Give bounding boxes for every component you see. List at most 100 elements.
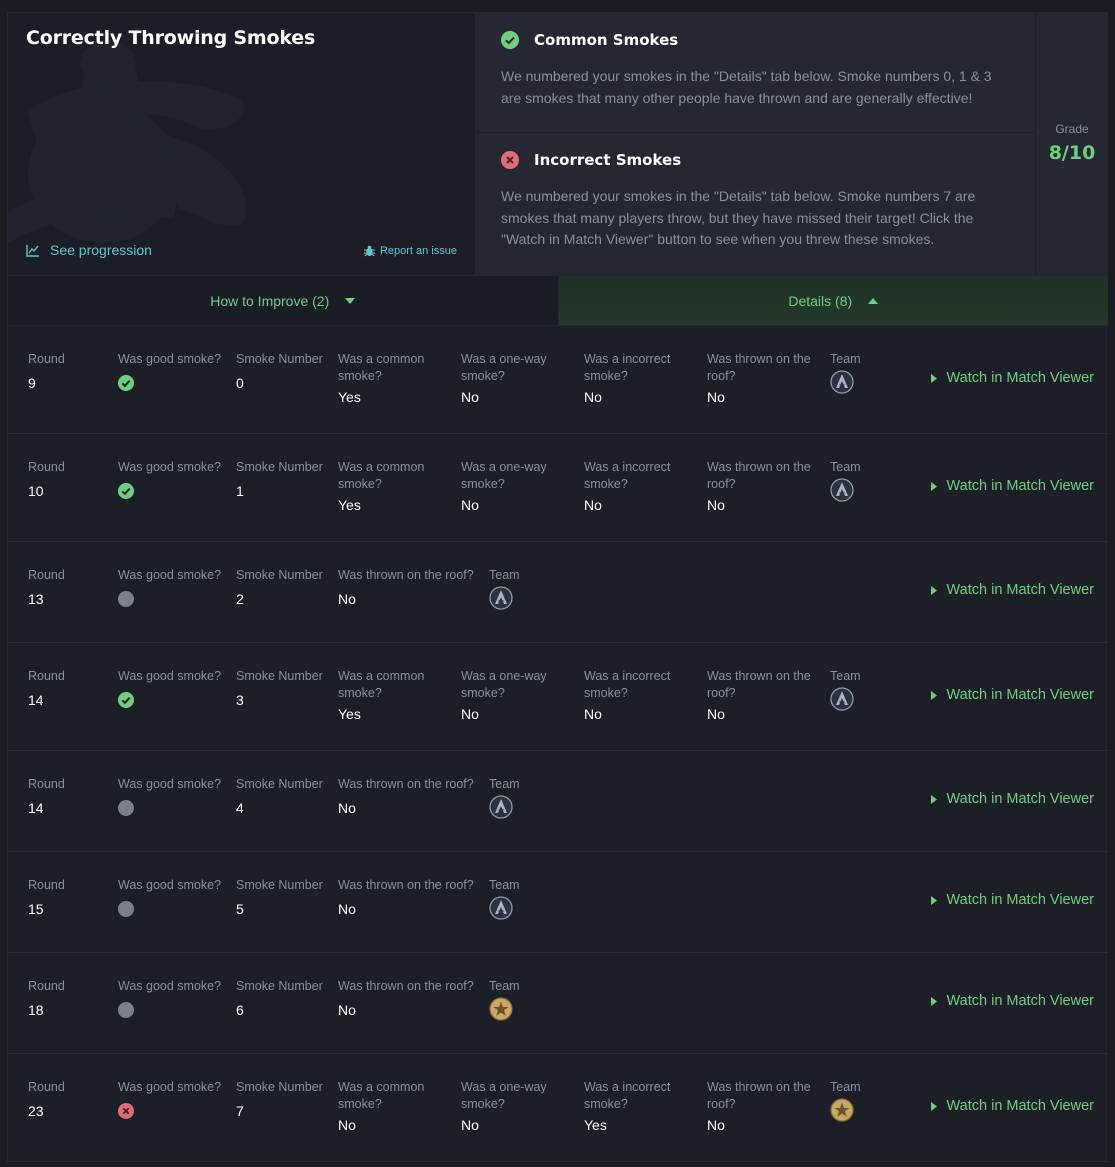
watch-in-match-viewer-button[interactable]: Watch in Match Viewer <box>930 687 1094 703</box>
round-value: 23 <box>28 1102 44 1119</box>
good-smoke-cell-label: Was good smoke? <box>118 979 222 993</box>
smoke-number-cell: Smoke Number 5 <box>236 877 323 917</box>
incorrect-smoke-cell-label: Was a incorrect smoke? <box>584 460 671 491</box>
watch-label: Watch in Match Viewer <box>946 1098 1094 1114</box>
t-team-icon <box>830 1097 854 1122</box>
hero-card: Correctly Throwing Smokes See progressio… <box>8 13 476 275</box>
round-cell-label: Round <box>28 460 65 474</box>
good-smoke-cell-label: Was good smoke? <box>118 777 222 791</box>
team-cell: Team <box>489 567 520 610</box>
watch-in-match-viewer-button[interactable]: Watch in Match Viewer <box>930 582 1094 598</box>
smoke-number-value: 0 <box>236 374 244 391</box>
table-row: Round 14 Was good smoke? Smoke Number 3 Was a… <box>8 643 1108 751</box>
watch-label: Watch in Match Viewer <box>946 791 1094 807</box>
round-cell: Round 10 <box>28 459 65 499</box>
common-smoke-cell-label: Was a common smoke? <box>338 669 425 700</box>
good-smoke-cell-label: Was good smoke? <box>118 878 222 892</box>
x-circle-icon <box>501 151 519 169</box>
feedback-title: Incorrect Smokes <box>534 151 682 169</box>
roof-cell-label: Was thrown on the roof? <box>707 1080 811 1111</box>
good-smoke-cell-label: Was good smoke? <box>118 460 222 474</box>
watch-in-match-viewer-button[interactable]: Watch in Match Viewer <box>930 370 1094 386</box>
report-issue-link[interactable]: Report an issue <box>363 245 457 257</box>
smoke-number-value: 7 <box>236 1102 244 1119</box>
roof-cell: Was thrown on the roof? No <box>707 1079 819 1133</box>
round-cell-label: Round <box>28 1080 65 1094</box>
team-cell: Team <box>830 351 861 394</box>
team-cell: Team <box>489 978 520 1021</box>
round-cell: Round 23 <box>28 1079 65 1119</box>
neutral-dot-icon <box>118 900 134 917</box>
table-row: Round 14 Was good smoke? Smoke Number 4 Was t… <box>8 751 1108 852</box>
one-way-smoke-cell: Was a one-way smoke? No <box>461 1079 573 1133</box>
ct-team-icon <box>830 369 854 394</box>
watch-in-match-viewer-button[interactable]: Watch in Match Viewer <box>930 1098 1094 1114</box>
roof-value: No <box>338 1001 356 1018</box>
common-smoke-value: Yes <box>338 706 361 722</box>
watch-in-match-viewer-button[interactable]: Watch in Match Viewer <box>930 993 1094 1009</box>
roof-cell-label: Was thrown on the roof? <box>707 669 811 700</box>
smoke-number-value: 5 <box>236 900 244 917</box>
smoke-number-cell: Smoke Number 7 <box>236 1079 323 1119</box>
smoke-number-value: 3 <box>236 691 244 708</box>
incorrect-smoke-value: Yes <box>584 1117 607 1133</box>
round-cell: Round 13 <box>28 567 65 607</box>
tab-details[interactable]: Details (8) <box>558 276 1108 325</box>
t-team-icon <box>489 996 513 1021</box>
team-cell: Team <box>489 877 520 920</box>
good-smoke-cell-label: Was good smoke? <box>118 568 222 582</box>
good-smoke-cell: Was good smoke? <box>118 978 221 1023</box>
roof-value: No <box>707 1117 725 1133</box>
team-cell-label: Team <box>830 1080 861 1094</box>
one-way-smoke-cell: Was a one-way smoke? No <box>461 668 573 722</box>
round-cell-label: Round <box>28 777 65 791</box>
round-value: 14 <box>28 799 44 816</box>
smoke-number-cell-label: Smoke Number <box>236 669 323 683</box>
panel-header: Correctly Throwing Smokes See progressio… <box>8 13 1108 275</box>
good-smoke-cell: Was good smoke? <box>118 351 221 396</box>
tab-bar: How to Improve (2) Details (8) <box>8 275 1108 326</box>
round-cell-label: Round <box>28 979 65 993</box>
smokes-panel: Correctly Throwing Smokes See progressio… <box>7 12 1108 1162</box>
watch-label: Watch in Match Viewer <box>946 892 1094 908</box>
smoke-number-cell-label: Smoke Number <box>236 979 323 993</box>
incorrect-smoke-cell: Was a incorrect smoke? No <box>584 351 696 405</box>
common-smoke-cell: Was a common smoke? Yes <box>338 459 450 513</box>
check-circle-icon <box>118 374 134 391</box>
round-cell-label: Round <box>28 878 65 892</box>
details-table: Round 9 Was good smoke? Smoke Number 0 Was a … <box>8 326 1108 1162</box>
feedback-description: We numbered your smokes in the "Details"… <box>501 68 992 106</box>
smoke-number-cell-label: Smoke Number <box>236 568 323 582</box>
one-way-smoke-cell-label: Was a one-way smoke? <box>461 1080 547 1111</box>
play-icon <box>930 1101 937 1111</box>
ct-team-icon <box>830 477 854 502</box>
tab-label: Details (8) <box>788 292 853 309</box>
ct-team-icon <box>489 895 513 920</box>
round-value: 14 <box>28 691 44 708</box>
round-cell: Round 9 <box>28 351 65 391</box>
report-issue-label: Report an issue <box>379 245 457 257</box>
watch-in-match-viewer-button[interactable]: Watch in Match Viewer <box>930 478 1094 494</box>
round-value: 9 <box>28 374 36 391</box>
one-way-smoke-cell-label: Was a one-way smoke? <box>461 460 547 491</box>
tab-how-to-improve[interactable]: How to Improve (2) <box>8 276 559 325</box>
roof-value: No <box>338 900 356 917</box>
play-icon <box>930 996 937 1006</box>
see-progression-link[interactable]: See progression <box>26 242 152 258</box>
common-smoke-value: Yes <box>338 497 361 513</box>
roof-cell-label: Was thrown on the roof? <box>338 568 474 582</box>
roof-cell-label: Was thrown on the roof? <box>338 878 474 892</box>
one-way-smoke-cell-label: Was a one-way smoke? <box>461 669 547 700</box>
one-way-smoke-cell: Was a one-way smoke? No <box>461 351 573 405</box>
table-row: Round 10 Was good smoke? Smoke Number 1 Was a… <box>8 434 1108 542</box>
incorrect-smoke-cell: Was a incorrect smoke? Yes <box>584 1079 696 1133</box>
watch-in-match-viewer-button[interactable]: Watch in Match Viewer <box>930 892 1094 908</box>
round-cell: Round 18 <box>28 978 65 1018</box>
good-smoke-cell-label: Was good smoke? <box>118 352 222 366</box>
watch-in-match-viewer-button[interactable]: Watch in Match Viewer <box>930 791 1094 807</box>
check-circle-icon <box>118 691 134 708</box>
smoke-number-value: 6 <box>236 1001 244 1018</box>
common-smoke-cell: Was a common smoke? No <box>338 1079 450 1133</box>
incorrect-smoke-cell-label: Was a incorrect smoke? <box>584 352 671 383</box>
smoke-grenade-icon <box>8 41 246 243</box>
